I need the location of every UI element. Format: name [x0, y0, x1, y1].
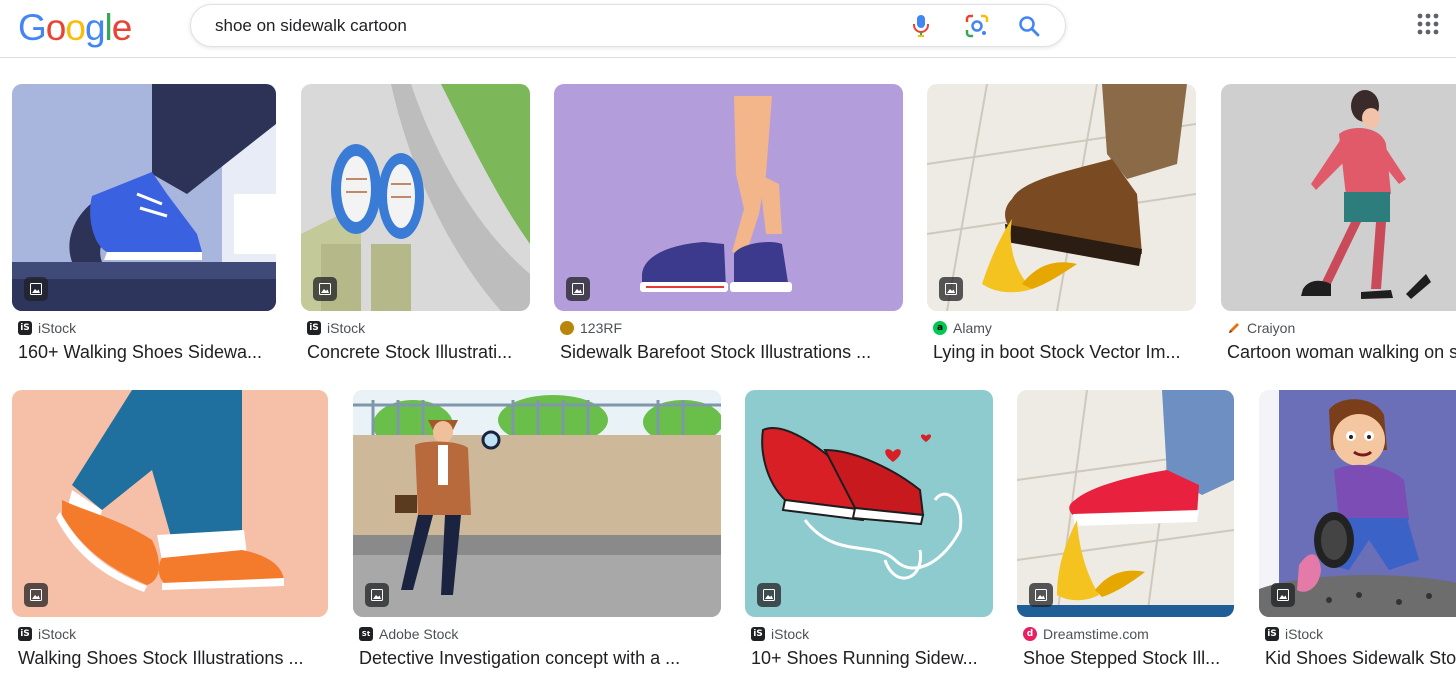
source-favicon-icon: iS — [307, 321, 321, 335]
source-favicon-icon: iS — [18, 321, 32, 335]
image-result-card[interactable]: iS iStock Walking Shoes Stock Illustrati… — [12, 390, 328, 680]
source-favicon-icon: d — [1023, 627, 1037, 641]
result-title[interactable]: Walking Shoes Stock Illustrations ... — [18, 648, 328, 669]
source-name: Alamy — [953, 320, 992, 336]
image-icon — [313, 277, 337, 301]
result-thumbnail[interactable] — [1259, 390, 1456, 617]
result-title[interactable]: Cartoon woman walking on s — [1227, 342, 1456, 363]
image-icon — [757, 583, 781, 607]
result-thumbnail[interactable] — [1017, 390, 1234, 617]
source-name: iStock — [771, 626, 810, 642]
logo-letter: l — [104, 7, 113, 48]
source-favicon-icon: iS — [1265, 627, 1279, 641]
source-name: Adobe Stock — [379, 626, 459, 642]
result-thumbnail[interactable] — [1221, 84, 1456, 311]
logo-letter: G — [18, 7, 47, 48]
image-result-card[interactable]: iS iStock Concrete Stock Illustrati... — [301, 84, 530, 374]
source-favicon-icon: iS — [18, 627, 32, 641]
source-favicon-icon: a — [933, 321, 947, 335]
image-icon — [939, 277, 963, 301]
source-name: iStock — [327, 320, 366, 336]
logo-letter: g — [84, 7, 106, 48]
result-source[interactable]: iS iStock — [751, 626, 809, 642]
source-favicon-icon — [560, 321, 574, 335]
image-icon — [24, 277, 48, 301]
result-thumbnail[interactable] — [12, 84, 276, 311]
image-icon — [566, 277, 590, 301]
source-name: 123RF — [580, 320, 623, 336]
logo-letter: o — [45, 7, 67, 48]
result-thumbnail[interactable] — [927, 84, 1196, 311]
image-result-card[interactable]: iS iStock Kid Shoes Sidewalk Sto — [1259, 390, 1456, 680]
result-title[interactable]: 10+ Shoes Running Sidew... — [751, 648, 993, 669]
image-icon — [365, 583, 389, 607]
result-thumbnail[interactable] — [353, 390, 721, 617]
image-icon — [1271, 583, 1295, 607]
source-favicon-icon: iS — [751, 627, 765, 641]
pencil-icon — [1227, 321, 1241, 335]
result-title[interactable]: Kid Shoes Sidewalk Sto — [1265, 648, 1456, 669]
result-title[interactable]: Lying in boot Stock Vector Im... — [933, 342, 1196, 363]
source-favicon-icon: St — [359, 627, 373, 641]
result-thumbnail[interactable] — [12, 390, 328, 617]
logo-letter: e — [111, 7, 133, 48]
result-thumbnail[interactable] — [301, 84, 530, 311]
result-source[interactable]: iS iStock — [307, 320, 365, 336]
image-result-card[interactable]: iS iStock 160+ Walking Shoes Sidewa... — [12, 84, 276, 374]
logo-letter: o — [65, 7, 86, 48]
result-title[interactable]: Sidewalk Barefoot Stock Illustrations ..… — [560, 342, 903, 363]
image-result-card[interactable]: St Adobe Stock Detective Investigation c… — [353, 390, 721, 680]
source-name: iStock — [38, 320, 77, 336]
result-title[interactable]: Concrete Stock Illustrati... — [307, 342, 530, 363]
result-thumbnail[interactable] — [554, 84, 903, 311]
result-source[interactable]: a Alamy — [933, 320, 992, 336]
header: Google — [0, 0, 1456, 58]
image-result-card[interactable]: Craiyon Cartoon woman walking on s — [1221, 84, 1456, 374]
result-source[interactable]: Craiyon — [1227, 320, 1295, 336]
image-result-card[interactable]: d Dreamstime.com Shoe Stepped Stock Ill.… — [1017, 390, 1234, 680]
result-source[interactable]: d Dreamstime.com — [1023, 626, 1149, 642]
microphone-icon[interactable] — [907, 12, 935, 40]
result-source[interactable]: iS iStock — [18, 626, 76, 642]
result-thumbnail[interactable] — [745, 390, 993, 617]
image-result-card[interactable]: iS iStock 10+ Shoes Running Sidew... — [745, 390, 993, 680]
search-icon[interactable] — [1015, 12, 1043, 40]
result-title[interactable]: 160+ Walking Shoes Sidewa... — [18, 342, 276, 363]
image-result-card[interactable]: a Alamy Lying in boot Stock Vector Im... — [927, 84, 1196, 374]
google-lens-icon[interactable] — [963, 12, 991, 40]
source-name: Dreamstime.com — [1043, 626, 1149, 642]
apps-grid-icon[interactable] — [1416, 12, 1442, 38]
image-icon — [24, 583, 48, 607]
google-logo[interactable]: Google — [18, 7, 133, 48]
result-source[interactable]: iS iStock — [18, 320, 76, 336]
search-input[interactable] — [215, 5, 895, 46]
result-source[interactable]: St Adobe Stock — [359, 626, 458, 642]
result-title[interactable]: Detective Investigation concept with a .… — [359, 648, 721, 669]
result-source[interactable]: iS iStock — [1265, 626, 1323, 642]
source-name: Craiyon — [1247, 320, 1296, 336]
image-result-card[interactable]: 123RF Sidewalk Barefoot Stock Illustrati… — [554, 84, 903, 374]
search-box — [190, 4, 1066, 47]
result-title[interactable]: Shoe Stepped Stock Ill... — [1023, 648, 1234, 669]
result-source[interactable]: 123RF — [560, 320, 622, 336]
source-name: iStock — [1285, 626, 1324, 642]
source-name: iStock — [38, 626, 77, 642]
image-icon — [1029, 583, 1053, 607]
